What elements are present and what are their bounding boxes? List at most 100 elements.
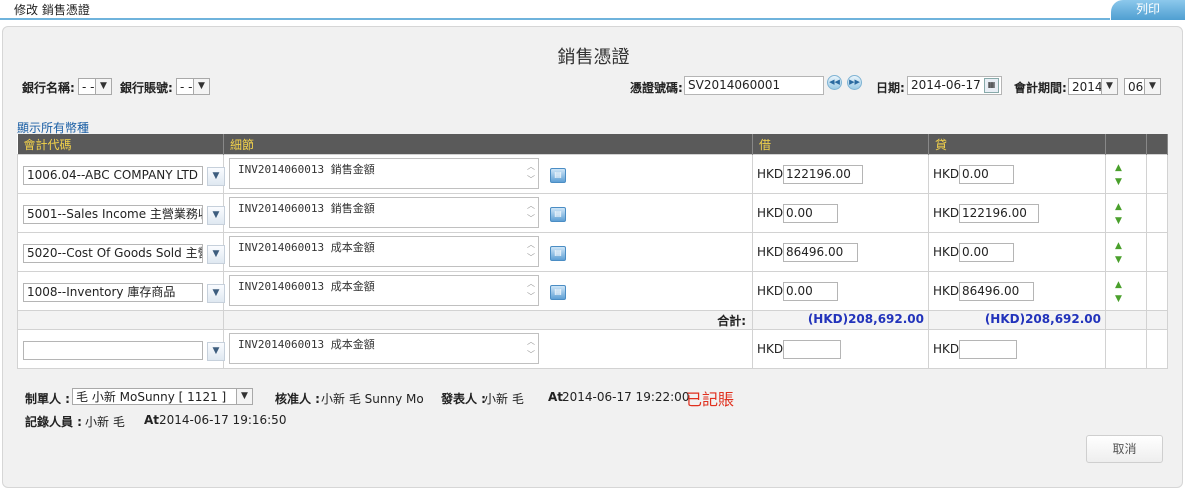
date-value: 2014-06-17 [911,78,981,92]
date-input[interactable]: 2014-06-17 ▦ [907,76,1002,95]
move-up-icon[interactable]: ▲ [1115,163,1122,173]
period-year-value: 2014 [1072,80,1103,94]
scroll-arrows-icon[interactable]: ︿ ﹀ [527,238,535,264]
debit-input[interactable]: 0.00 [783,204,838,223]
debit-currency: HKD [757,245,784,259]
chevron-down-icon[interactable]: ▼ [207,167,225,186]
status-posted: 已記賬 [686,390,735,409]
chevron-down-icon[interactable]: ▼ [207,206,225,225]
bank-account-label: 銀行賬號: [120,81,173,95]
recorder-value: 小新 毛 [85,415,125,429]
total-credit: (HKD)208,692.00 [984,312,1101,326]
approver-value: 小新 毛 Sunny Mo [321,392,424,406]
detail-textarea[interactable]: INV2014060013 銷售金額 ︿ ﹀ [229,158,539,189]
poster-value: 小新 毛 [484,392,524,406]
new-entry-row: ▼ INV2014060013 成本金額 ︿ ﹀ HKD HKD [17,329,1168,369]
total-row: 合計: (HKD)208,692.00 (HKD)208,692.00 [17,310,1168,330]
next-voucher-icon[interactable]: ▶▶ [847,75,862,90]
detail-textarea[interactable]: INV2014060013 銷售金額 ︿ ﹀ [229,197,539,228]
top-tab-bar: 修改 銷售憑證 列印 [0,0,1185,22]
period-month-select[interactable]: 06 ▼ [1124,78,1161,95]
scroll-arrows-icon[interactable]: ︿ ﹀ [527,277,535,303]
memo-icon[interactable]: ▤ [550,168,566,183]
chevron-down-icon: ▼ [193,79,209,94]
debit-input[interactable]: 86496.00 [783,243,858,262]
memo-icon[interactable]: ▤ [550,285,566,300]
debit-input[interactable]: 122196.00 [783,165,863,184]
credit-input[interactable]: 86496.00 [959,282,1034,301]
bank-account-select[interactable]: - - ▼ [176,78,210,95]
account-select[interactable]: 1008--Inventory 庫存商品 [23,283,203,302]
detail-text: INV2014060013 成本金額 [238,338,375,351]
detail-text: INV2014060013 銷售金額 [238,202,375,215]
period-label: 會計期間: [1014,81,1067,95]
detail-textarea[interactable]: INV2014060013 成本金額 ︿ ﹀ [229,333,539,364]
bank-name-select[interactable]: - - ▼ [78,78,112,95]
chevron-down-icon[interactable]: ▼ [207,342,225,361]
account-select[interactable]: 5020--Cost Of Goods Sold 主營業務成本 [23,244,203,263]
move-up-icon[interactable]: ▲ [1115,280,1122,290]
recorded-at-value: 2014-06-17 19:16:50 [159,413,287,427]
scroll-arrows-icon[interactable]: ︿ ﹀ [527,335,535,361]
date-label: 日期: [876,81,905,95]
posted-at-value: 2014-06-17 19:22:00 [562,390,690,404]
column-header-detail: 細節 [223,134,753,155]
form-title: 銷售憑證 [557,47,630,68]
credit-currency: HKD [933,245,960,259]
debit-input[interactable]: 0.00 [783,282,838,301]
total-debit: (HKD)208,692.00 [807,312,924,326]
print-button[interactable]: 列印 [1111,0,1185,20]
approver-label: 核准人 : [275,392,320,406]
table-row: 5020--Cost Of Goods Sold 主營業務成本▼ INV2014… [17,232,1168,272]
move-down-icon[interactable]: ▼ [1115,216,1122,226]
previous-voucher-icon[interactable]: ◀◀ [827,75,842,90]
column-header-debit: 借 [752,134,929,155]
memo-icon[interactable]: ▤ [550,207,566,222]
recorded-at-label: At [144,413,160,427]
column-header-extra [1146,134,1168,155]
scroll-arrows-icon[interactable]: ︿ ﹀ [527,160,535,186]
debit-currency: HKD [757,206,784,220]
period-month-value: 06 [1128,80,1144,94]
credit-input[interactable]: 0.00 [959,243,1014,262]
preparer-label: 制單人 : [25,392,70,406]
detail-textarea[interactable]: INV2014060013 成本金額 ︿ ﹀ [229,236,539,267]
credit-currency: HKD [933,284,960,298]
chevron-down-icon: ▼ [95,79,111,94]
credit-input[interactable] [959,340,1017,359]
chevron-down-icon: ▼ [1101,79,1117,94]
table-row: 1008--Inventory 庫存商品 ▼ INV2014060013 成本金額… [17,271,1168,311]
detail-textarea[interactable]: INV2014060013 成本金額 ︿ ﹀ [229,275,539,306]
move-down-icon[interactable]: ▼ [1115,255,1122,265]
table-row: 1006.04--ABC COMPANY LTD ▼ INV2014060013 … [17,154,1168,194]
debit-currency: HKD [757,167,784,181]
table-header-row: 會計代碼 細節 借 貸 [17,134,1168,155]
chevron-down-icon[interactable]: ▼ [207,245,225,264]
recorder-label: 記錄人員 : [25,415,82,429]
debit-input[interactable] [783,340,841,359]
move-down-icon[interactable]: ▼ [1115,294,1122,304]
credit-input[interactable]: 0.00 [959,165,1014,184]
move-up-icon[interactable]: ▲ [1115,241,1122,251]
calendar-icon[interactable]: ▦ [984,78,999,93]
memo-icon[interactable]: ▤ [550,246,566,261]
voucher-lines-table: 會計代碼 細節 借 貸 1006.04--ABC COMPANY LTD ▼ IN… [17,134,1168,369]
account-select[interactable]: 1006.04--ABC COMPANY LTD [23,166,203,185]
credit-currency: HKD [933,206,960,220]
poster-label: 發表人 : [441,392,486,406]
voucher-no-input[interactable]: SV2014060001 [684,76,824,95]
scroll-arrows-icon[interactable]: ︿ ﹀ [527,199,535,225]
debit-currency: HKD [757,342,784,356]
move-up-icon[interactable]: ▲ [1115,202,1122,212]
detail-text: INV2014060013 銷售金額 [238,163,375,176]
account-select[interactable] [23,341,203,360]
move-down-icon[interactable]: ▼ [1115,177,1122,187]
credit-input[interactable]: 122196.00 [959,204,1039,223]
total-label: 合計: [717,314,746,328]
period-year-select[interactable]: 2014 ▼ [1068,78,1118,95]
chevron-down-icon[interactable]: ▼ [207,284,225,303]
preparer-select[interactable]: 毛 小新 MoSunny [ 1121 ] ▼ [72,388,253,405]
cancel-button[interactable]: 取消 [1086,435,1163,463]
credit-currency: HKD [933,167,960,181]
account-select[interactable]: 5001--Sales Income 主營業務收入 [23,205,203,224]
